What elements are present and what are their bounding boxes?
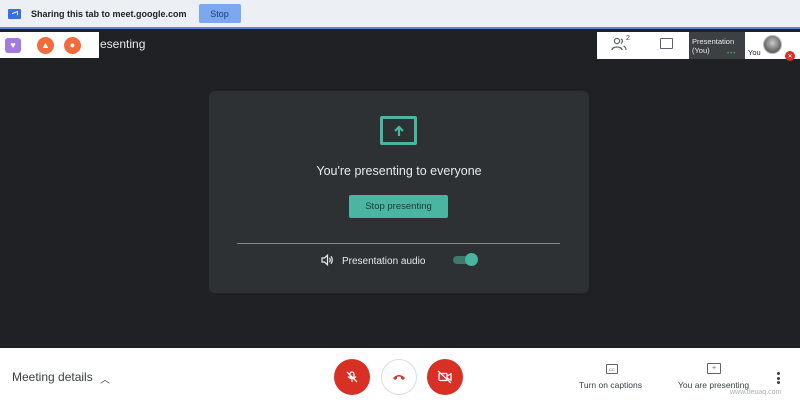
extension-record-icon[interactable]: ● [64,36,81,54]
extension-panel: ♥ ▲ ● [0,32,99,58]
avatar[interactable] [763,35,782,54]
present-screen-icon [380,116,417,145]
camera-off-button[interactable] [427,359,463,395]
tab-sharing-bar: Sharing this tab to meet.google.com Stop [0,0,800,29]
presenting-heading: You're presenting to everyone [316,164,482,178]
mic-off-icon [346,371,358,383]
page-title: esenting [100,37,146,51]
mic-off-badge-icon: ✕ [785,51,795,61]
tab-share-icon [8,8,21,19]
presenting-card: You're presenting to everyone Stop prese… [209,91,589,293]
presentation-audio-label: Presentation audio [342,256,426,267]
participant-count: 2 [626,35,630,42]
leave-call-button[interactable] [381,359,417,395]
audio-level-icon: ••• [727,51,737,57]
toggle-knob [465,253,478,266]
microphone-off-button[interactable] [334,359,370,395]
speaker-icon [321,254,333,266]
meeting-details-button[interactable]: Meeting details [12,370,93,384]
turn-on-captions-button[interactable]: Turn on captions [579,380,642,390]
you-label: You [748,48,761,57]
top-right-panel: 2 Presentation (You) ••• You ✕ [597,32,800,61]
camera-off-icon [437,370,452,384]
sharing-message: Sharing this tab to meet.google.com [31,8,187,19]
people-icon[interactable] [611,37,627,51]
presentation-audio-toggle[interactable] [453,253,478,266]
present-now-icon[interactable]: + [707,363,721,374]
stop-sharing-button[interactable]: Stop [198,4,241,23]
divider [237,243,560,244]
bottom-control-bar: Meeting details ︿ CC Turn on captions + … [0,348,800,404]
hang-up-icon [393,375,405,380]
extension-triangle-icon[interactable]: ▲ [37,36,54,54]
chat-icon[interactable] [660,38,673,49]
captions-icon[interactable]: CC [606,364,618,374]
extension-shield-icon[interactable]: ♥ [5,37,21,53]
watermark: www.deuaq.com [730,389,782,396]
stop-presenting-button[interactable]: Stop presenting [349,195,448,218]
presentation-tile[interactable]: Presentation (You) ••• [689,32,745,59]
chevron-up-icon[interactable]: ︿ [100,371,110,386]
more-options-icon[interactable] [777,372,781,384]
